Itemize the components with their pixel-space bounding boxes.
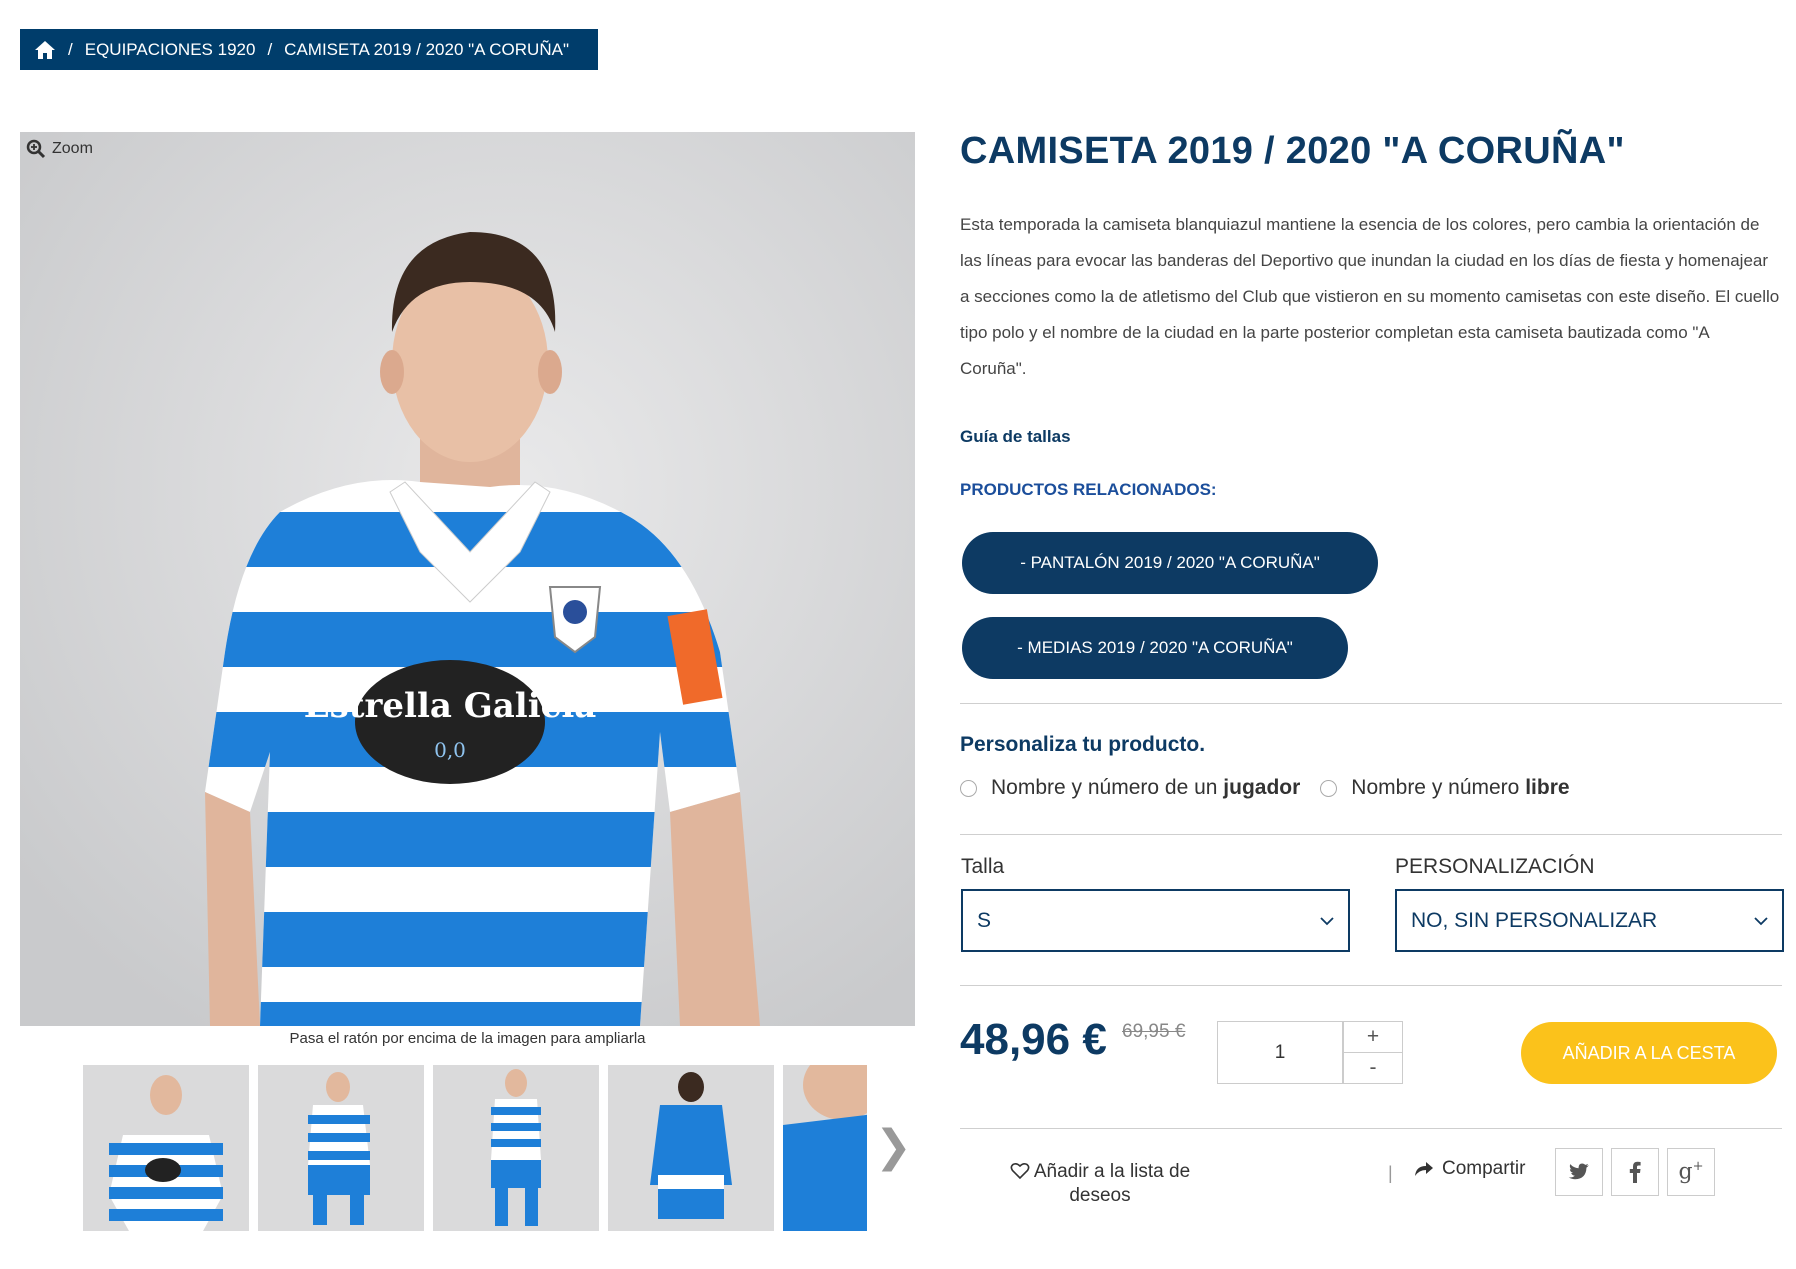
thumbnail-strip — [83, 1065, 867, 1231]
sponsor-sub: 0,0 — [434, 738, 466, 762]
customization-select[interactable]: NO, SIN PERSONALIZAR — [1395, 889, 1784, 952]
thumbnail[interactable] — [608, 1065, 774, 1231]
breadcrumb: / EQUIPACIONES 1920 / CAMISETA 2019 / 20… — [20, 29, 598, 70]
heart-icon — [1010, 1162, 1030, 1180]
share-arrow-icon — [1415, 1162, 1433, 1176]
chevron-down-icon — [1320, 916, 1334, 925]
zoom-hint: Pasa el ratón por encima de la imagen pa… — [289, 1030, 646, 1047]
product-main-image[interactable]: Zoom Estrella Galicia 0,0 — [20, 132, 915, 1026]
related-pantalon-button[interactable]: - PANTALÓN 2019 / 2020 "A CORUÑA" — [962, 532, 1378, 594]
home-icon[interactable] — [34, 40, 56, 60]
customization-select-value: NO, SIN PERSONALIZAR — [1411, 908, 1658, 932]
product-description: Esta temporada la camiseta blanquiazul m… — [960, 215, 1780, 378]
price: 48,96 € — [960, 1015, 1107, 1064]
twitter-button[interactable] — [1555, 1148, 1603, 1196]
zoom-control[interactable]: Zoom — [26, 139, 93, 159]
divider — [960, 1128, 1782, 1129]
divider — [960, 985, 1782, 986]
personalize-options: Nombre y número de un jugador Nombre y n… — [960, 776, 1590, 800]
facebook-icon — [1629, 1161, 1641, 1183]
radio-free-label: Nombre y número — [1351, 776, 1526, 799]
twitter-icon — [1568, 1163, 1589, 1180]
breadcrumb-separator: / — [267, 39, 273, 59]
radio-player[interactable]: Nombre y número de un jugador — [960, 776, 1300, 800]
thumbnail[interactable] — [258, 1065, 424, 1231]
zoom-label: Zoom — [52, 140, 93, 157]
personalize-title: Personaliza tu producto. — [960, 733, 1206, 756]
player-photo: Estrella Galicia 0,0 — [20, 132, 915, 1026]
divider — [960, 834, 1782, 835]
size-select[interactable]: S — [961, 889, 1350, 952]
size-label: Talla — [961, 855, 1005, 878]
size-guide-link[interactable]: Guía de tallas — [960, 427, 1071, 447]
breadcrumb-separator: / — [68, 39, 73, 59]
chevron-right-icon[interactable]: ❯ — [875, 1125, 912, 1169]
share-label: Compartir — [1442, 1158, 1526, 1179]
thumbnail[interactable] — [433, 1065, 599, 1231]
radio-player-bold: jugador — [1223, 776, 1301, 799]
share-divider: | — [1388, 1163, 1393, 1183]
thumbnail[interactable] — [783, 1065, 867, 1231]
sponsor-text: Estrella Galicia — [304, 686, 597, 726]
radio-circle-icon[interactable] — [1320, 779, 1338, 797]
wishlist-link[interactable]: Añadir a la lista de deseos — [995, 1160, 1205, 1208]
add-to-cart-button[interactable]: AÑADIR A LA CESTA — [1521, 1022, 1777, 1084]
radio-player-label: Nombre y número de un — [991, 776, 1224, 799]
google-plus-icon: g+ — [1678, 1159, 1704, 1185]
product-title: CAMISETA 2019 / 2020 "A CORUÑA" — [960, 130, 1625, 172]
quantity-increase-button[interactable]: + — [1343, 1021, 1403, 1053]
facebook-button[interactable] — [1611, 1148, 1659, 1196]
divider — [960, 703, 1782, 704]
customization-label: PERSONALIZACIÓN — [1395, 855, 1595, 878]
google-plus-button[interactable]: g+ — [1667, 1148, 1715, 1196]
chevron-down-icon — [1754, 916, 1768, 925]
related-medias-button[interactable]: - MEDIAS 2019 / 2020 "A CORUÑA" — [962, 617, 1348, 679]
breadcrumb-item-current: CAMISETA 2019 / 2020 "A CORUÑA" — [284, 39, 569, 59]
radio-free-bold: libre — [1525, 776, 1570, 799]
radio-circle-icon[interactable] — [960, 779, 977, 797]
share-link[interactable]: Compartir — [1414, 1158, 1525, 1180]
zoom-icon — [26, 139, 46, 159]
thumbnail[interactable] — [83, 1065, 249, 1231]
related-products-title: PRODUCTOS RELACIONADOS: — [960, 480, 1217, 499]
old-price: 69,95 € — [1122, 1021, 1186, 1042]
breadcrumb-item-category[interactable]: EQUIPACIONES 1920 — [85, 40, 256, 60]
radio-free[interactable]: Nombre y número libre — [1320, 776, 1570, 800]
quantity-decrease-button[interactable]: - — [1343, 1052, 1403, 1084]
size-select-value: S — [977, 908, 992, 932]
quantity-input[interactable]: 1 — [1217, 1021, 1343, 1084]
wishlist-label: Añadir a la lista de deseos — [1033, 1161, 1191, 1206]
